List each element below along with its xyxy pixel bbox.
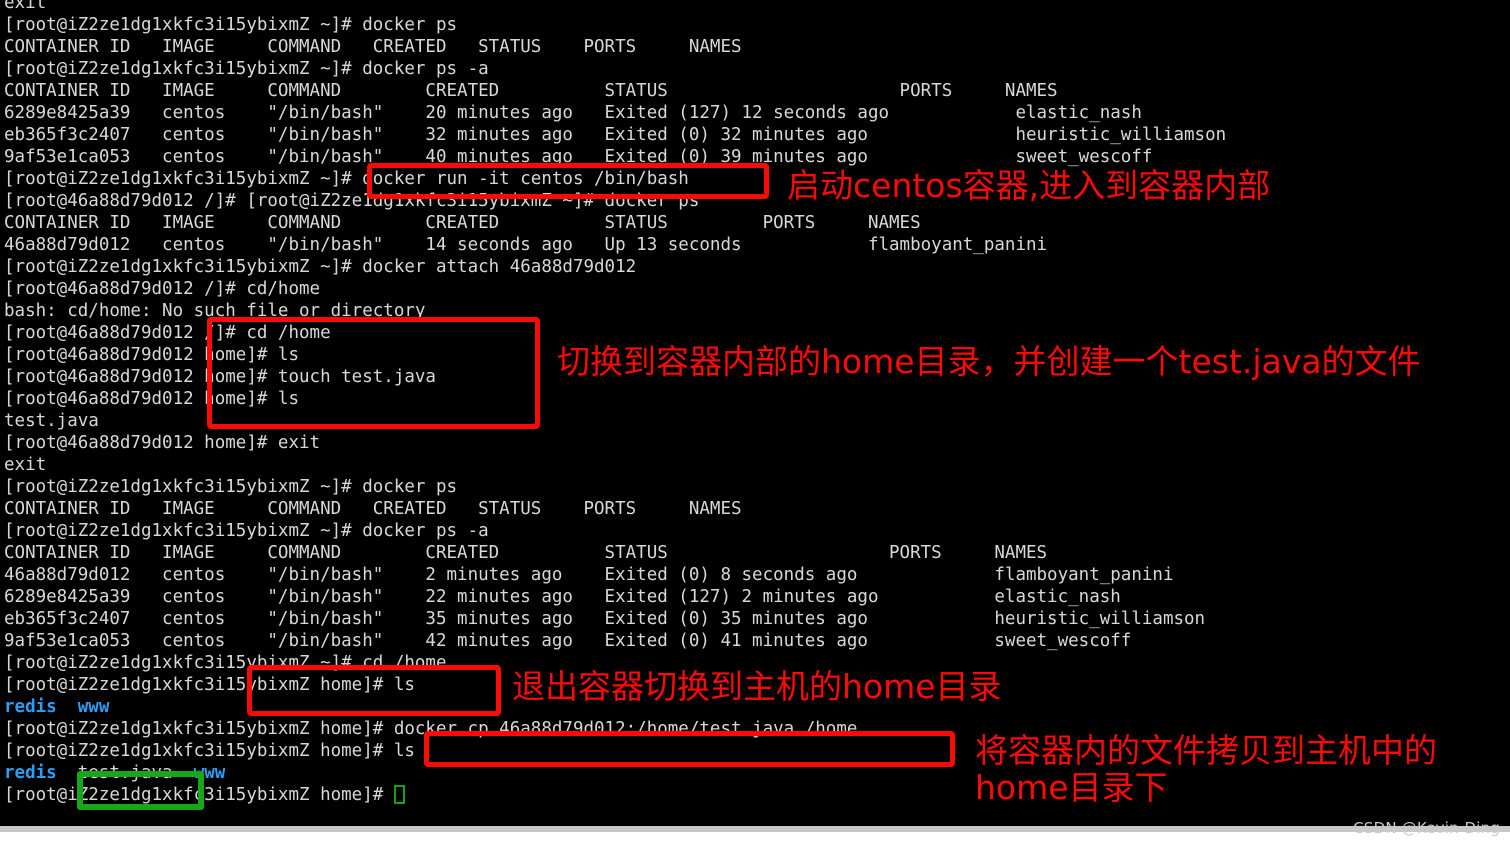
terminal-line: test.java bbox=[4, 411, 99, 431]
annotation-note-1: 启动centos容器,进入到容器内部 bbox=[787, 166, 1271, 205]
terminal-line: CONTAINER ID IMAGE COMMAND CREATED STATU… bbox=[4, 499, 742, 519]
terminal-line: bash: cd/home: No such file or directory bbox=[4, 301, 426, 321]
terminal-line: eb365f3c2407 centos "/bin/bash" 32 minut… bbox=[4, 125, 1227, 145]
terminal-line: [root@46a88d79d012 home]# ls bbox=[4, 389, 300, 409]
terminal-line: [root@46a88d79d012 /]# cd /home bbox=[4, 323, 331, 343]
terminal-line: CONTAINER ID IMAGE COMMAND CREATED STATU… bbox=[4, 37, 742, 57]
dir-www: www bbox=[77, 697, 110, 717]
prompt-text: [root@iZ2ze1dg1xkfc3i15ybixmZ home]# bbox=[4, 785, 394, 805]
ls-gap bbox=[57, 697, 78, 717]
annotation-note-3: 退出容器切换到主机的home目录 bbox=[512, 667, 1002, 706]
screenshot-root: exit [root@iZ2ze1dg1xkfc3i15ybixmZ ~]# d… bbox=[0, 0, 1510, 847]
terminal-line: CONTAINER ID IMAGE COMMAND CREATED STATU… bbox=[4, 543, 1048, 563]
terminal-line: 6289e8425a39 centos "/bin/bash" 22 minut… bbox=[4, 587, 1121, 607]
terminal-line: [root@46a88d79d012 /]# [root@iZ2ze1dg1xk… bbox=[4, 191, 700, 211]
text-cursor[interactable] bbox=[393, 785, 405, 804]
annotation-note-4: 将容器内的文件拷贝到主机中的 home目录下 bbox=[975, 731, 1437, 807]
file-test-java: test.java bbox=[77, 763, 173, 783]
terminal-line: [root@iZ2ze1dg1xkfc3i15ybixmZ ~]# docker… bbox=[4, 59, 489, 79]
terminal-line: eb365f3c2407 centos "/bin/bash" 35 minut… bbox=[4, 609, 1206, 629]
terminal-line: 9af53e1ca053 centos "/bin/bash" 42 minut… bbox=[4, 631, 1132, 651]
terminal-line: [root@46a88d79d012 home]# exit bbox=[4, 433, 321, 453]
terminal-line: 46a88d79d012 centos "/bin/bash" 14 secon… bbox=[4, 235, 1048, 255]
terminal-line: 46a88d79d012 centos "/bin/bash" 2 minute… bbox=[4, 565, 1174, 585]
terminal-line: CONTAINER ID IMAGE COMMAND CREATED STATU… bbox=[4, 81, 1058, 101]
terminal-line: 9af53e1ca053 centos "/bin/bash" 40 minut… bbox=[4, 147, 1153, 167]
dir-www: www bbox=[193, 763, 226, 783]
ls-gap bbox=[173, 763, 194, 783]
annotation-note-2: 切换到容器内部的home目录，并创建一个test.java的文件 bbox=[557, 342, 1421, 381]
terminal-line: [root@iZ2ze1dg1xkfc3i15ybixmZ ~]# docker… bbox=[4, 169, 689, 189]
ls-gap bbox=[57, 763, 78, 783]
dir-redis: redis bbox=[4, 763, 57, 783]
terminal-line: exit bbox=[4, 455, 47, 475]
terminal-line: [root@iZ2ze1dg1xkfc3i15ybixmZ ~]# docker… bbox=[4, 15, 458, 35]
terminal-line: [root@iZ2ze1dg1xkfc3i15ybixmZ ~]# docker… bbox=[4, 477, 458, 497]
terminal-window[interactable]: exit [root@iZ2ze1dg1xkfc3i15ybixmZ ~]# d… bbox=[0, 0, 1510, 832]
terminal-line: [root@46a88d79d012 /]# cd/home bbox=[4, 279, 321, 299]
terminal-line: 6289e8425a39 centos "/bin/bash" 20 minut… bbox=[4, 103, 1142, 123]
terminal-line: [root@iZ2ze1dg1xkfc3i15ybixmZ ~]# docker… bbox=[4, 257, 637, 277]
terminal-line: [root@iZ2ze1dg1xkfc3i15ybixmZ ~]# docker… bbox=[4, 521, 489, 541]
watermark: CSDN @Kevin-Ding bbox=[1353, 819, 1500, 837]
dir-redis: redis bbox=[4, 697, 57, 717]
terminal-line: exit bbox=[4, 0, 47, 13]
terminal-line: CONTAINER ID IMAGE COMMAND CREATED STATU… bbox=[4, 213, 921, 233]
